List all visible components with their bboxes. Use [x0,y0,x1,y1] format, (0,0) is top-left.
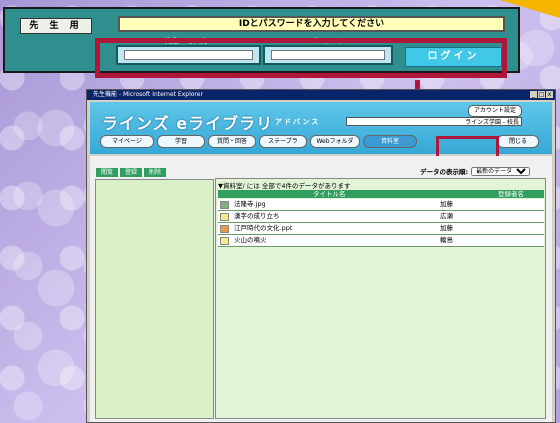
account-settings-button[interactable]: アカウント設定 [468,105,522,117]
main-nav: マイページ 学習 質問・回答 ステーブラ Webフォルダ 資料室 [100,135,417,148]
table-row[interactable]: 漢字の成り立ち 広瀬 [218,211,544,223]
teacher-tag: 先 生 用 [20,18,92,34]
nav-stabla[interactable]: ステーブラ [259,135,307,148]
close-button[interactable]: 閉じる [497,135,539,148]
tab-register[interactable]: 登録 [120,168,143,177]
row-title[interactable]: 火山の噴火 [234,235,267,246]
browser-window: 先生機能 - Microsoft Internet Explorer _ □ x… [86,89,556,423]
nav-qa[interactable]: 質問・回答 [208,135,256,148]
window-titlebar: 先生機能 - Microsoft Internet Explorer _ □ x [87,90,555,100]
nav-library[interactable]: 資料室 [363,135,417,148]
nav-mypage[interactable]: マイページ [100,135,154,148]
display-order-select[interactable]: 最新のデータ [471,166,531,176]
nav-study[interactable]: 学習 [157,135,205,148]
display-order-label: データの表示順: [420,168,469,176]
close-icon[interactable]: x [546,91,553,98]
row-title[interactable]: 江戸時代の文化.ppt [234,223,292,234]
user-info: ラインズ学園 - 校長 [346,117,522,126]
data-list-pane: ▼資料室/ には 全部で4件のデータがあります タイトル名 登録者名 法隆寺.j… [215,178,546,419]
left-tabs: 閲覧 登録 削除 [96,168,167,177]
table-row[interactable]: 火山の噴火 輪島 [218,235,544,247]
column-title: タイトル名 [313,190,346,198]
app-logo: ラインズ eライブラリ [102,114,274,133]
data-table: 法隆寺.jpg 加藤 漢字の成り立ち 広瀬 江戸時代の文化.ppt 加藤 火山の… [218,199,544,247]
app-logo-sub: アドバンス [275,118,321,126]
window-controls: _ □ x [530,91,553,98]
document-icon [220,237,229,245]
window-title: 先生機能 - Microsoft Internet Explorer [93,91,203,98]
table-header: タイトル名 登録者名 [218,190,544,198]
folder-pane [95,179,214,419]
list-count-note: ▼資料室/ には 全部で4件のデータがあります [218,182,351,190]
login-prompt: IDとパスワードを入力してください [118,16,505,32]
image-icon [220,201,229,209]
maximize-icon[interactable]: □ [538,91,545,98]
row-title[interactable]: 法隆寺.jpg [234,199,266,210]
nav-webfolder[interactable]: Webフォルダ [310,135,360,148]
document-icon [220,213,229,221]
content-area: 閲覧 登録 削除 データの表示順: 最新のデータ ▼資料室/ には 全部で4件の… [90,156,552,422]
ppt-icon [220,225,229,233]
row-registrant: 加藤 [440,200,453,208]
table-row[interactable]: 江戸時代の文化.ppt 加藤 [218,223,544,235]
row-title[interactable]: 漢字の成り立ち [234,211,280,222]
highlight-login-box [95,38,507,78]
column-registrant: 登録者名 [498,190,524,198]
tab-delete[interactable]: 削除 [144,168,167,177]
row-registrant: 広瀬 [440,212,453,220]
tab-view[interactable]: 閲覧 [96,168,119,177]
row-registrant: 輪島 [440,236,453,244]
display-order: データの表示順: 最新のデータ [420,166,531,176]
table-row[interactable]: 法隆寺.jpg 加藤 [218,199,544,211]
minimize-icon[interactable]: _ [530,91,537,98]
row-registrant: 加藤 [440,224,453,232]
